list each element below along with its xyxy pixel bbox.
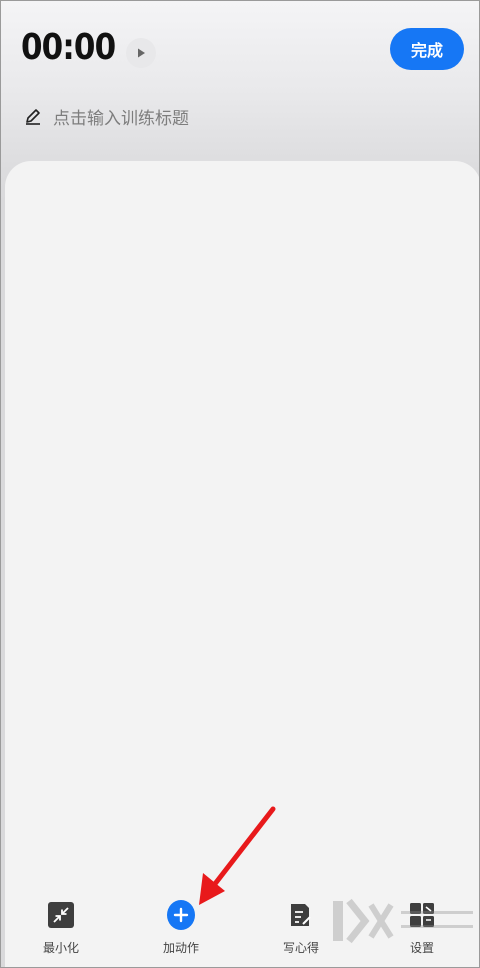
- add-exercise-button[interactable]: 加动作: [141, 900, 221, 956]
- settings-icon: [408, 901, 436, 929]
- settings-button[interactable]: 设置: [382, 901, 462, 956]
- title-placeholder: 点击输入训练标题: [53, 108, 189, 129]
- settings-label: 设置: [409, 941, 434, 955]
- minimize-label: 最小化: [42, 941, 79, 955]
- done-button[interactable]: 完成: [390, 28, 464, 70]
- bottom-toolbar: 最小化 加动作 写心得 设置: [1, 893, 479, 967]
- exercise-list-panel: [5, 161, 479, 967]
- pencil-icon: [26, 109, 40, 125]
- add-exercise-label: 加动作: [162, 941, 199, 955]
- play-button[interactable]: [126, 38, 156, 68]
- minimize-icon: [47, 901, 75, 929]
- write-notes-label: 写心得: [282, 941, 319, 955]
- play-icon: [138, 48, 145, 58]
- minimize-button[interactable]: 最小化: [21, 901, 101, 956]
- app-frame: 00:00 完成 点击输入训练标题 最小化 加动作 写心得 设置: [0, 0, 480, 968]
- workout-timer: 00:00: [21, 27, 116, 68]
- add-icon-wrapper: [167, 900, 195, 930]
- title-input[interactable]: 点击输入训练标题: [23, 103, 189, 129]
- add-icon: [167, 900, 195, 930]
- note-edit-icon: [287, 901, 315, 929]
- write-notes-button[interactable]: 写心得: [261, 901, 341, 956]
